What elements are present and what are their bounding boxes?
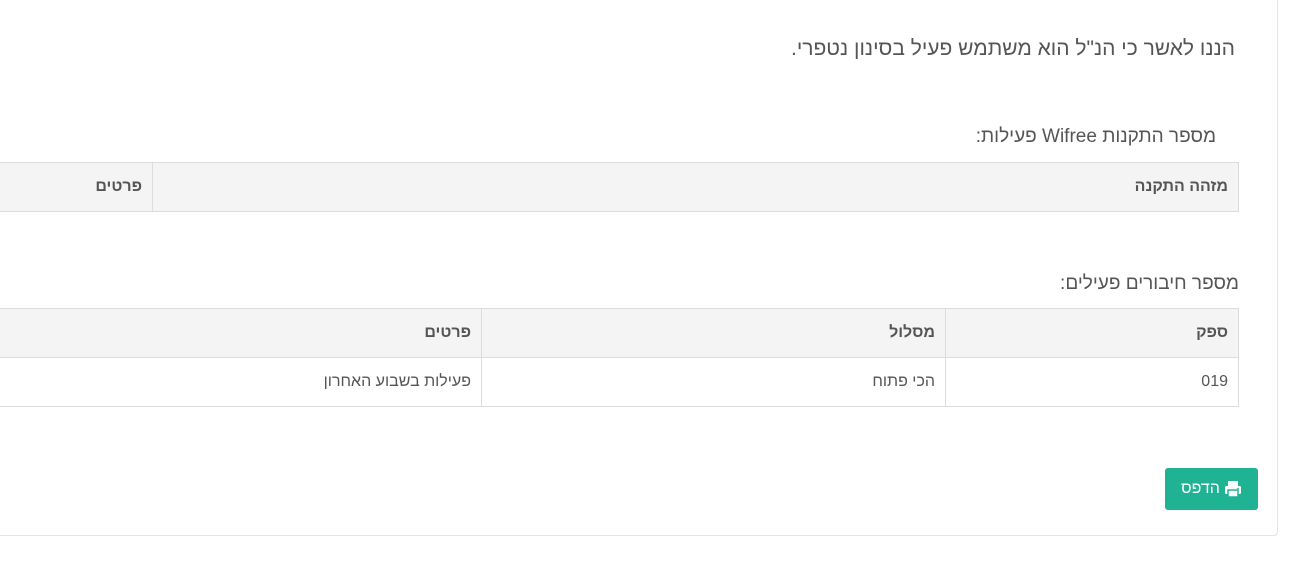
print-button-label: הדפס — [1181, 480, 1220, 497]
table-header-row: מזהה התקנה פרטים — [0, 162, 1239, 212]
print-button[interactable]: הדפס — [1165, 468, 1258, 510]
print-icon — [1224, 480, 1242, 498]
column-header-installation-id: מזהה התקנה — [152, 162, 1239, 212]
content-card: הננו לאשר כי הנ"ל הוא משתמש פעיל בסינון … — [0, 0, 1278, 536]
cell-plan: הכי פתוח — [481, 357, 946, 407]
column-header-plan: מסלול — [481, 308, 946, 358]
cell-provider: 019 — [945, 357, 1239, 407]
column-header-provider: ספק — [945, 308, 1239, 358]
cell-details: פעילות בשבוע האחרון — [0, 357, 482, 407]
wifree-installations-table: מזהה התקנה פרטים — [0, 162, 1239, 212]
table-row: 019 הכי פתוח פעילות בשבוע האחרון — [0, 357, 1239, 407]
column-header-details: פרטים — [0, 162, 153, 212]
table-header-row: ספק מסלול פרטים — [0, 308, 1239, 358]
active-connections-title: מספר חיבורים פעילים: — [1060, 273, 1239, 294]
confirmation-text: הננו לאשר כי הנ"ל הוא משתמש פעיל בסינון … — [790, 37, 1235, 60]
wifree-installations-title: מספר התקנות Wifree פעילות: — [975, 126, 1216, 147]
column-header-details: פרטים — [0, 308, 482, 358]
active-connections-table: ספק מסלול פרטים 019 הכי פתוח פעילות בשבו… — [0, 308, 1239, 407]
